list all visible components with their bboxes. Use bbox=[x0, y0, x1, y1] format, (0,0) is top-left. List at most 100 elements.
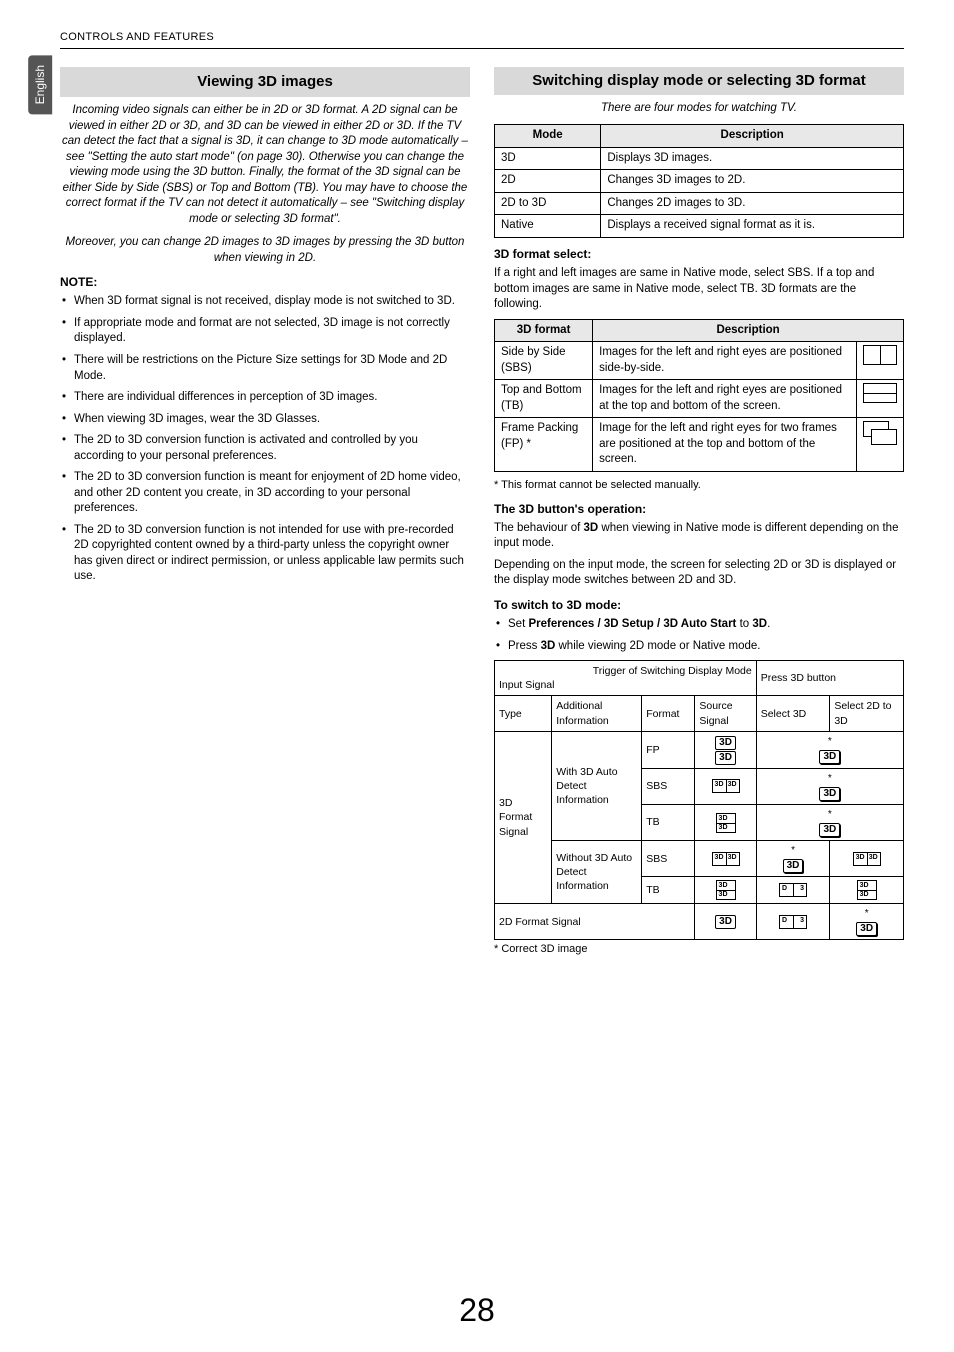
fmt-desc: Images for the left and right eyes are p… bbox=[593, 380, 857, 418]
result-3d-icon: 3D bbox=[819, 823, 840, 837]
switching-table: Trigger of Switching Display Mode Input … bbox=[494, 660, 904, 940]
text: Set bbox=[508, 618, 528, 630]
result-sbs-icon: 3D3D bbox=[853, 852, 881, 866]
switch-item: Press 3D while viewing 2D mode or Native… bbox=[494, 639, 904, 655]
sbs-icon bbox=[863, 345, 897, 365]
tb-icon bbox=[863, 383, 897, 403]
mode-th: Description bbox=[601, 125, 904, 148]
format-table: 3D format Description Side by Side (SBS)… bbox=[494, 319, 904, 472]
fmt-sbs: SBS bbox=[642, 768, 695, 804]
mode-cell: 2D to 3D bbox=[495, 192, 601, 215]
text-bold: 3D bbox=[541, 640, 556, 652]
page-number: 28 bbox=[0, 1289, 954, 1332]
text: to bbox=[736, 618, 752, 630]
note-item: When viewing 3D images, wear the 3D Glas… bbox=[60, 412, 470, 428]
result-tb-icon: 3D3D bbox=[857, 880, 877, 900]
fmt-name: Frame Packing (FP) * bbox=[495, 418, 593, 472]
source-2d-icon: 3D bbox=[715, 915, 736, 929]
mode-table: Mode Description 3DDisplays 3D images. 2… bbox=[494, 124, 904, 238]
complex-footnote: * Correct 3D image bbox=[494, 942, 904, 957]
fmt-th: Description bbox=[593, 319, 904, 342]
button-op-heading: The 3D button's operation: bbox=[494, 501, 904, 517]
right-column: Switching display mode or selecting 3D f… bbox=[494, 67, 904, 961]
result-d3-icon: D3 bbox=[779, 915, 807, 929]
source-tb-icon: 3D3D bbox=[716, 880, 736, 900]
result-3d-icon: 3D bbox=[856, 922, 877, 936]
mode-cell: Changes 2D images to 3D. bbox=[601, 192, 904, 215]
row-2d: 2D Format Signal bbox=[495, 904, 695, 940]
note-item: There are individual differences in perc… bbox=[60, 390, 470, 406]
mode-th: Mode bbox=[495, 125, 601, 148]
text-bold: 3D bbox=[752, 618, 767, 630]
format-select-heading: 3D format select: bbox=[494, 246, 904, 262]
button-op-body1: The behaviour of 3D when viewing in Nati… bbox=[494, 521, 904, 552]
fmt-desc: Images for the left and right eyes are p… bbox=[593, 342, 857, 380]
switch-item: Set Preferences / 3D Setup / 3D Auto Sta… bbox=[494, 617, 904, 633]
col-format: Format bbox=[642, 696, 695, 731]
without-ad: Without 3D Auto Detect Information bbox=[552, 841, 642, 904]
result-3d-icon: 3D bbox=[819, 750, 840, 764]
fmt-name: Side by Side (SBS) bbox=[495, 342, 593, 380]
fmt-name: Top and Bottom (TB) bbox=[495, 380, 593, 418]
fmt-fp: FP bbox=[642, 731, 695, 768]
text: The behaviour of bbox=[494, 522, 584, 534]
format-footnote: * This format cannot be selected manuall… bbox=[494, 478, 904, 493]
note-item: The 2D to 3D conversion function is mean… bbox=[60, 470, 470, 517]
format-select-body: If a right and left images are same in N… bbox=[494, 266, 904, 313]
input-signal-label: Input Signal bbox=[499, 678, 752, 692]
text-bold: 3D bbox=[584, 522, 599, 534]
section-title-right: Switching display mode or selecting 3D f… bbox=[494, 67, 904, 95]
with-ad: With 3D Auto Detect Information bbox=[552, 731, 642, 840]
mode-cell: 3D bbox=[495, 147, 601, 170]
text: while viewing 2D mode or Native mode. bbox=[555, 640, 760, 652]
section-title-left: Viewing 3D images bbox=[60, 67, 470, 97]
result-d3-icon: D3 bbox=[779, 883, 807, 897]
language-tab: English bbox=[28, 55, 52, 114]
result-3d-icon: 3D bbox=[783, 859, 804, 873]
switch-list: Set Preferences / 3D Setup / 3D Auto Sta… bbox=[494, 617, 904, 654]
note-heading: NOTE: bbox=[60, 274, 470, 290]
left-intro-2: Moreover, you can change 2D images to 3D… bbox=[60, 235, 470, 266]
switch-heading: To switch to 3D mode: bbox=[494, 597, 904, 613]
fmt-sbs: SBS bbox=[642, 841, 695, 877]
star-icon: * bbox=[828, 773, 832, 784]
fp-icon bbox=[863, 421, 897, 445]
left-intro: Incoming video signals can either be in … bbox=[60, 103, 470, 227]
mode-cell: Changes 3D images to 2D. bbox=[601, 170, 904, 193]
note-item: The 2D to 3D conversion function is acti… bbox=[60, 433, 470, 464]
col-type: Type bbox=[495, 696, 552, 731]
group-3d: 3D Format Signal bbox=[495, 731, 552, 904]
star-icon: * bbox=[828, 809, 832, 820]
breadcrumb: CONTROLS AND FEATURES bbox=[60, 30, 904, 49]
press-head: Press 3D button bbox=[756, 661, 903, 696]
col-addl: Additional Information bbox=[552, 696, 642, 731]
mode-cell: 2D bbox=[495, 170, 601, 193]
button-op-body2: Depending on the input mode, the screen … bbox=[494, 558, 904, 589]
note-item: There will be restrictions on the Pictur… bbox=[60, 353, 470, 384]
text: . bbox=[767, 618, 770, 630]
source-fp-icon: 3D 3D bbox=[715, 735, 736, 765]
star-icon: * bbox=[828, 736, 832, 747]
note-item: When 3D format signal is not received, d… bbox=[60, 294, 470, 310]
star-icon: * bbox=[865, 908, 869, 919]
right-intro: There are four modes for watching TV. bbox=[494, 101, 904, 117]
fmt-tb: TB bbox=[642, 804, 695, 840]
fmt-desc: Image for the left and right eyes for tw… bbox=[593, 418, 857, 472]
note-item: The 2D to 3D conversion function is not … bbox=[60, 523, 470, 585]
fmt-tb: TB bbox=[642, 877, 695, 904]
text: Press bbox=[508, 640, 541, 652]
result-3d-icon: 3D bbox=[819, 787, 840, 801]
trigger-head: Trigger of Switching Display Mode bbox=[499, 664, 752, 678]
text-bold: Preferences / 3D Setup / 3D Auto Start bbox=[528, 618, 736, 630]
mode-cell: Native bbox=[495, 215, 601, 238]
star-icon: * bbox=[791, 845, 795, 856]
fmt-th: 3D format bbox=[495, 319, 593, 342]
col-source: Source Signal bbox=[695, 696, 756, 731]
note-list: When 3D format signal is not received, d… bbox=[60, 294, 470, 584]
note-item: If appropriate mode and format are not s… bbox=[60, 316, 470, 347]
mode-cell: Displays a received signal format as it … bbox=[601, 215, 904, 238]
source-sbs-icon: 3D3D bbox=[712, 852, 740, 866]
mode-cell: Displays 3D images. bbox=[601, 147, 904, 170]
col-sel2dto3d: Select 2D to 3D bbox=[830, 696, 904, 731]
left-column: Viewing 3D images Incoming video signals… bbox=[60, 67, 470, 961]
